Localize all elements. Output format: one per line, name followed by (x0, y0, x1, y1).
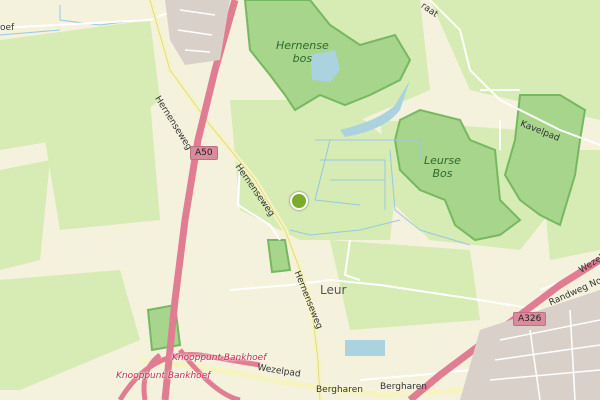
location-marker[interactable] (290, 192, 308, 210)
forest-label-leurse: Leurse Bos (424, 154, 461, 180)
junction-label-1: Knooppunt Bankhoef (172, 353, 267, 363)
map-view[interactable]: Hernense bos Leurse Bos Leur Hernenseweg… (0, 0, 600, 400)
forest-label-hernense: Hernense bos (276, 39, 329, 65)
place-label-leur: Leur (320, 283, 347, 297)
street-label-bergharen-2: Bergharen (380, 382, 427, 392)
route-shield-a50: A50 (190, 146, 218, 160)
junction-label-2: Knooppunt Bankhoef (116, 371, 211, 381)
street-label-hoef-edge: oef (0, 23, 15, 33)
route-shield-a326: A326 (513, 312, 547, 326)
street-label-bergharen-1: Bergharen (316, 385, 363, 395)
